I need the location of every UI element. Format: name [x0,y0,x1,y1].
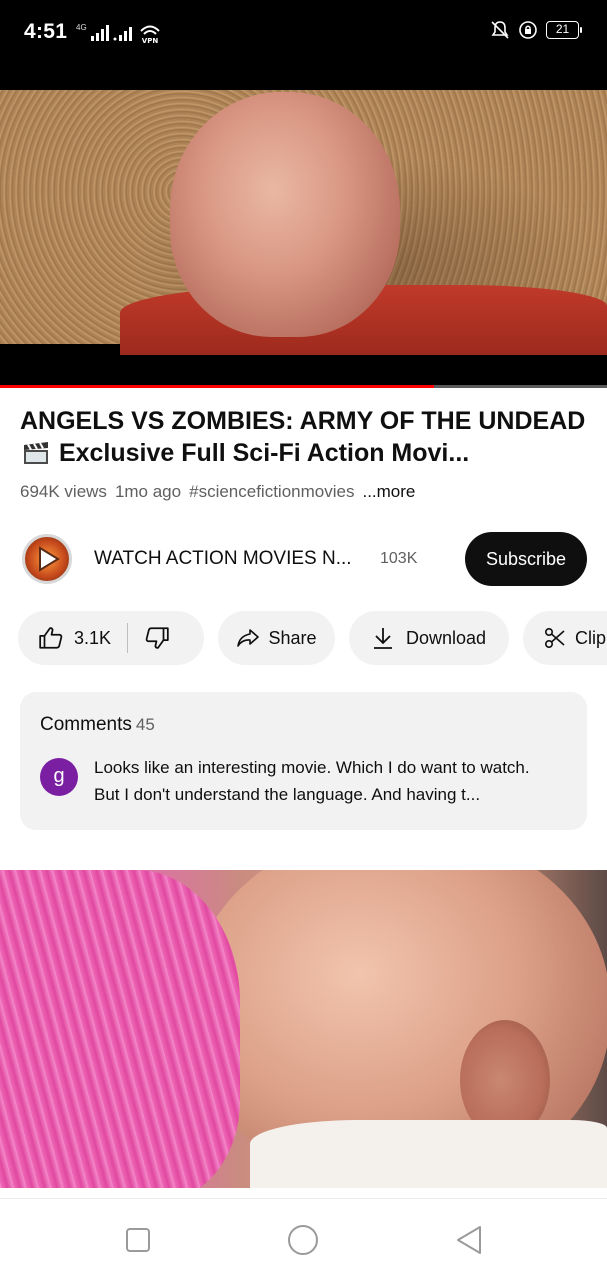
download-label: Download [405,627,487,648]
video-title[interactable]: ANGELS VS ZOMBIES: ARMY OF THE UNDEAD Ex… [20,405,592,469]
network-type: 4G [76,22,87,32]
hashtag-link[interactable]: #sciencefictionmovies [189,482,354,502]
comment-text: Looks like an interesting movie. Which I… [94,758,530,804]
video-frame [0,90,607,355]
video-frame-head [170,92,400,337]
signal-icon [90,25,109,41]
video-title-part1: ANGELS VS ZOMBIES: ARMY OF THE UNDEAD [20,407,586,435]
thumbs-down-icon [145,627,169,649]
upload-age: 1mo ago [114,482,182,501]
battery-indicator: 21 [546,21,582,39]
share-label: Share [268,627,317,648]
svg-text:VPN: VPN [141,37,158,44]
home-button[interactable] [286,1223,320,1257]
recents-button[interactable] [121,1223,155,1257]
rotation-lock-icon [519,21,537,39]
comments-count: 45 [135,715,155,734]
channel-avatar[interactable] [22,534,72,584]
video-player[interactable] [0,90,607,388]
system-nav-bar [0,1198,607,1280]
video-meta[interactable]: 694K views 1mo ago #sciencefictionmovies… [20,482,415,502]
status-signal-group: 4G VPN [76,22,161,44]
share-icon [237,629,260,647]
commenter-avatar: g [40,758,78,796]
actions-row: 3.1K Share Download Clip [0,611,607,665]
video-title-part2: Exclusive Full Sci-Fi Action Movi... [58,439,470,467]
thumbs-up-icon [39,627,63,649]
channel-name[interactable]: WATCH ACTION MOVIES N... [94,548,364,570]
play-logo-icon [39,546,60,572]
square-icon [126,1228,150,1252]
more-link[interactable]: ...more [362,482,415,502]
comments-header: Comments 45 [40,714,155,736]
clapperboard-icon [24,442,48,464]
channel-row: WATCH ACTION MOVIES N... 103K Subscribe [0,530,607,588]
status-right-group: 21 [490,20,582,40]
like-button[interactable]: 3.1K [18,611,111,665]
dislike-button[interactable] [144,611,170,665]
download-button[interactable]: Download [349,611,509,665]
download-icon [373,628,392,649]
bell-muted-icon [491,21,509,39]
scissors-icon [544,627,565,649]
progress-bar[interactable] [0,385,607,388]
status-bar: 4:51 4G VPN 21 [0,0,607,90]
subscriber-count: 103K [380,550,418,567]
view-count: 694K views [20,482,107,501]
circle-icon [288,1225,318,1255]
back-button[interactable] [452,1223,486,1257]
subscribe-button[interactable]: Subscribe [465,532,587,586]
triangle-back-icon [457,1226,481,1254]
like-divider [127,623,129,653]
thumbnail-cloth [250,1120,607,1188]
next-video-thumbnail[interactable] [0,870,607,1188]
clip-button[interactable]: Clip [523,611,607,665]
thumbnail-blanket [0,870,240,1188]
signal-icon-2 [113,27,132,41]
status-time: 4:51 [24,20,68,43]
like-count: 3.1K [74,627,112,648]
like-dislike-pill: 3.1K [18,611,204,665]
share-button[interactable]: Share [218,611,335,665]
progress-fill [0,385,434,388]
comments-title: Comments [40,714,132,735]
clip-label: Clip [575,627,607,648]
vpn-icon: VPN [139,25,160,44]
comments-card[interactable]: Comments 45 g Looks like an interesting m… [20,692,587,830]
